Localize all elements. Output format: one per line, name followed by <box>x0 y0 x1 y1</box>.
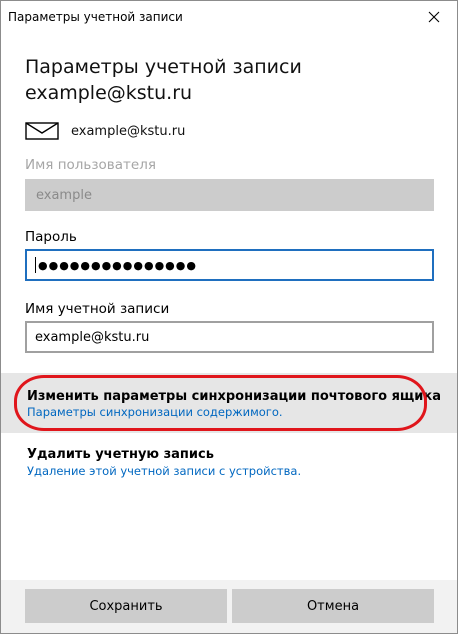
mail-icon <box>25 122 59 140</box>
account-settings-window: Параметры учетной записи Параметры учетн… <box>0 0 458 634</box>
password-value: ●●●●●●●●●●●●●●● <box>38 258 197 272</box>
close-button[interactable] <box>411 1 457 33</box>
page-title-email: example@kstu.ru <box>25 82 193 104</box>
account-email: example@kstu.ru <box>71 123 186 139</box>
remove-account-title[interactable]: Удалить учетную запись <box>27 447 214 462</box>
username-field: example <box>25 179 434 211</box>
password-label: Пароль <box>25 229 77 245</box>
page-title: Параметры учетной записи example@kstu.ru <box>25 54 302 106</box>
page-title-line1: Параметры учетной записи <box>25 56 302 78</box>
save-button[interactable]: Сохранить <box>25 589 227 623</box>
sync-settings-title[interactable]: Изменить параметры синхронизации почтово… <box>27 389 441 404</box>
sync-settings-link[interactable]: Параметры синхронизации содержимого. <box>27 405 283 419</box>
cancel-button[interactable]: Отмена <box>232 589 434 623</box>
account-name-field[interactable]: example@kstu.ru <box>25 321 434 353</box>
text-caret <box>35 257 36 273</box>
window-title: Параметры учетной записи <box>8 10 183 24</box>
title-bar: Параметры учетной записи <box>1 1 457 33</box>
remove-account-link[interactable]: Удаление этой учетной записи с устройств… <box>27 464 301 478</box>
username-value: example <box>36 187 92 203</box>
account-name-value: example@kstu.ru <box>35 329 150 345</box>
close-icon <box>428 11 440 23</box>
account-identity: example@kstu.ru <box>25 121 185 141</box>
username-label: Имя пользователя <box>25 157 156 173</box>
account-name-label: Имя учетной записи <box>25 301 170 317</box>
password-field[interactable]: ●●●●●●●●●●●●●●● <box>25 249 434 281</box>
